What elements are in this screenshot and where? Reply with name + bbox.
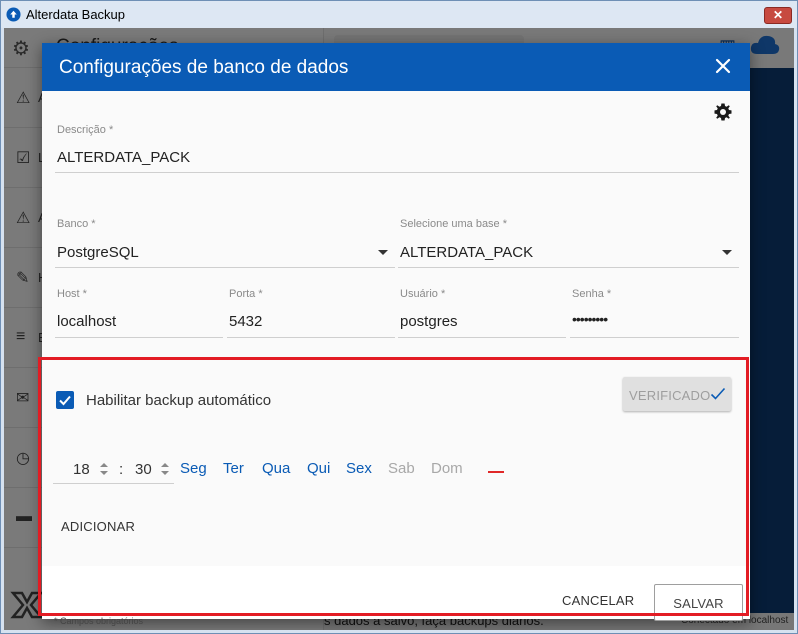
cloud-upload-icon: [6, 7, 21, 22]
senha-field[interactable]: •••••••••: [572, 311, 608, 327]
check-icon: [59, 395, 71, 406]
app-window: Alterdata Backup ✕ ⚙ Configurações ⚠A☑L⚠…: [0, 0, 798, 634]
descricao-label: Descrição *: [57, 124, 114, 136]
window-title: Alterdata Backup: [26, 7, 126, 22]
usuario-field[interactable]: postgres: [400, 313, 458, 330]
check-icon: [710, 387, 726, 400]
descricao-underline: [55, 172, 739, 173]
base-label: Selecione uma base *: [400, 218, 508, 230]
porta-label: Porta *: [229, 288, 263, 300]
dialog-footer-bg: [42, 566, 750, 619]
auto-backup-section: Habilitar backup automático VERIFICADO 1…: [42, 359, 750, 619]
porta-underline: [227, 337, 395, 338]
day-toggle-dom[interactable]: Dom: [431, 460, 463, 477]
minute-input[interactable]: 30: [135, 461, 152, 478]
title-bar: Alterdata Backup ✕: [1, 1, 797, 28]
descricao-field[interactable]: ALTERDATA_PACK: [57, 149, 190, 166]
close-icon[interactable]: [714, 57, 732, 75]
host-underline: [55, 337, 223, 338]
auto-backup-label: Habilitar backup automático: [86, 392, 272, 409]
verify-button-label: VERIFICADO: [629, 388, 711, 403]
minute-spinner-icon[interactable]: [160, 462, 170, 476]
banco-select[interactable]: PostgreSQL: [57, 244, 139, 261]
time-separator: :: [119, 461, 124, 478]
base-underline: [398, 267, 739, 268]
dialog-title: Configurações de banco de dados: [59, 57, 349, 78]
senha-underline: [570, 337, 739, 338]
usuario-label: Usuário *: [400, 288, 446, 300]
day-toggle-qui[interactable]: Qui: [307, 460, 330, 477]
host-field[interactable]: localhost: [57, 313, 116, 330]
client-area: ⚙ Configurações ⚠A☑L⚠A✎H≡B✉◷▬ ▦ s dados …: [4, 28, 794, 630]
hour-spinner-icon[interactable]: [99, 462, 109, 476]
verify-button[interactable]: VERIFICADO: [623, 377, 731, 411]
dialog-header: Configurações de banco de dados: [42, 43, 750, 91]
host-label: Host *: [57, 288, 87, 300]
time-underline: [53, 483, 174, 484]
save-button[interactable]: SALVAR: [654, 584, 743, 621]
save-button-label: SALVAR: [673, 596, 724, 611]
banco-label: Banco *: [57, 218, 96, 230]
porta-field[interactable]: 5432: [229, 313, 262, 330]
add-schedule-button[interactable]: ADICIONAR: [61, 519, 135, 534]
database-settings-dialog: Configurações de banco de dados Descriçã…: [42, 43, 750, 626]
schedule-time: 18 : 30: [53, 455, 174, 484]
day-toggle-ter[interactable]: Ter: [223, 460, 244, 477]
cancel-button[interactable]: CANCELAR: [562, 593, 634, 608]
auto-backup-checkbox[interactable]: [56, 391, 74, 409]
day-toggle-qua[interactable]: Qua: [262, 460, 290, 477]
gear-icon[interactable]: [713, 102, 733, 122]
remove-schedule-icon[interactable]: [488, 471, 504, 473]
window-close-button[interactable]: ✕: [764, 7, 792, 24]
chevron-down-icon[interactable]: [378, 250, 388, 255]
usuario-underline: [398, 337, 566, 338]
day-toggle-sab[interactable]: Sab: [388, 460, 415, 477]
banco-underline: [55, 267, 395, 268]
chevron-down-icon[interactable]: [722, 250, 732, 255]
day-toggle-seg[interactable]: Seg: [180, 460, 207, 477]
hour-input[interactable]: 18: [73, 461, 90, 478]
day-toggle-sex[interactable]: Sex: [346, 460, 372, 477]
required-fields-note: * Campos obrigatórios: [54, 616, 144, 626]
base-select[interactable]: ALTERDATA_PACK: [400, 244, 533, 261]
senha-label: Senha *: [572, 288, 612, 300]
